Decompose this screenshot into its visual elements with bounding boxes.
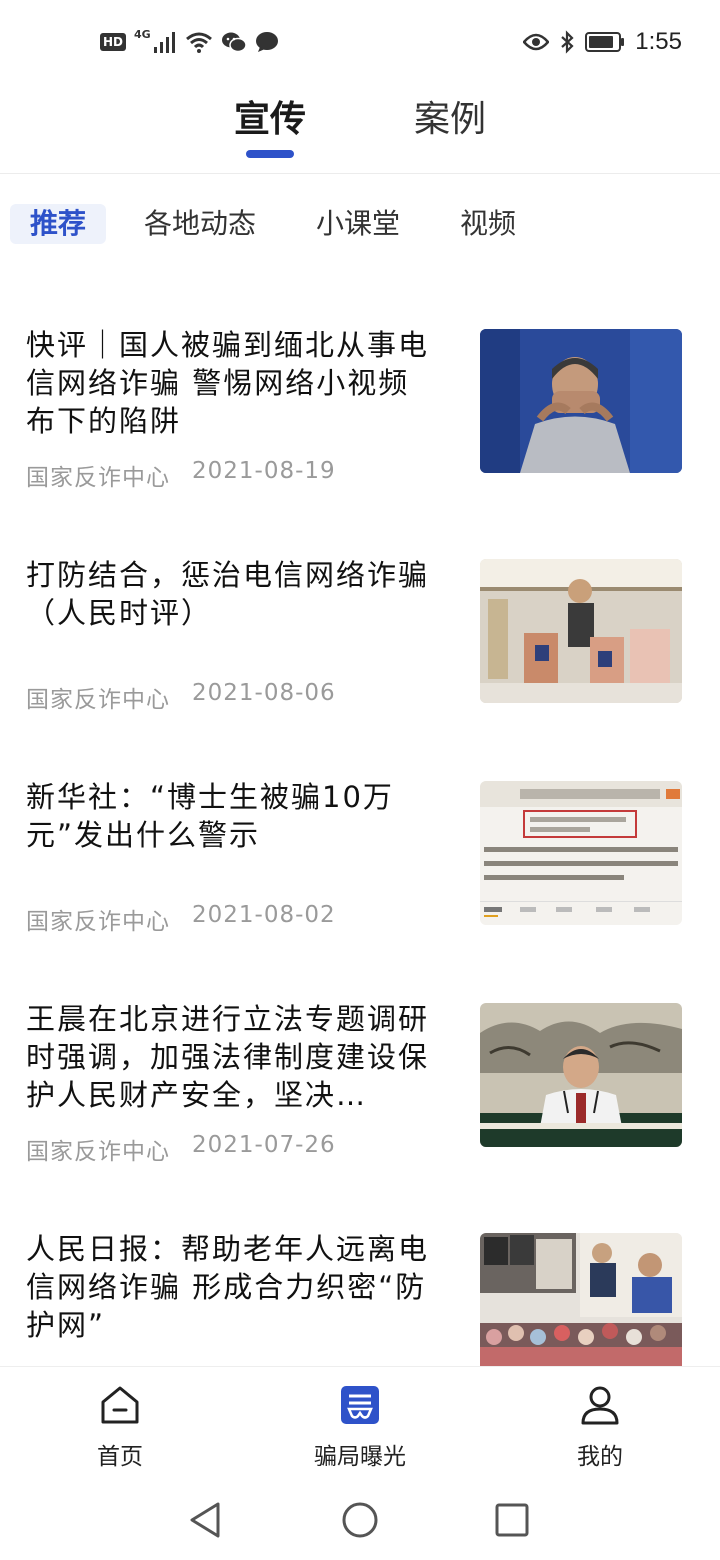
article-meta: 国家反诈中心 2021-08-02 [26,902,336,936]
article-item[interactable]: 人民日报：帮助老年人远离电信网络诈骗 形成合力织密“防护网” [0,1230,720,1366]
subtab-mini-class[interactable]: 小课堂 [316,204,400,244]
eye-icon [523,32,550,52]
subtab-local-news[interactable]: 各地动态 [144,204,256,244]
nav-home-label: 首页 [97,1444,143,1470]
nav-scam-exposure[interactable]: 骗局曝光 [290,1383,430,1471]
article-title[interactable]: 打防结合，惩治电信网络诈骗（人民时评） [26,556,440,632]
wechat-icon [221,31,247,53]
article-item[interactable]: 新华社：“博士生被骗10万元”发出什么警示 国家反诈中心 2021-08-02 [0,778,720,978]
photo-booth-display-icon [480,559,682,703]
wifi-icon [185,31,213,53]
recents-icon[interactable] [492,1500,532,1540]
home-circle-icon[interactable] [340,1500,380,1540]
message-icon [255,31,279,53]
bluetooth-icon [559,30,575,54]
article-source: 国家反诈中心 [26,465,170,491]
article-source: 国家反诈中心 [26,1139,170,1165]
subtab-recommended[interactable]: 推荐 [10,204,107,244]
article-item[interactable]: 打防结合，惩治电信网络诈骗（人民时评） 国家反诈中心 2021-08-06 [0,556,720,756]
article-title[interactable]: 人民日报：帮助老年人远离电信网络诈骗 形成合力织密“防护网” [26,1230,440,1344]
article-thumbnail[interactable] [480,781,682,925]
tab-active-indicator [246,150,294,158]
article-thumbnail[interactable] [480,1233,682,1366]
expose-icon [338,1383,382,1427]
tab-publicity[interactable]: 宣传 [234,94,306,146]
article-date: 2021-08-06 [192,680,336,706]
tab-cases[interactable]: 案例 [414,94,486,146]
status-left: HD 4G [100,26,279,58]
bottom-nav-bar: 首页 骗局曝光 我的 [0,1366,720,1480]
sub-tab-bar: 推荐 各地动态 小课堂 视频 [0,190,720,260]
back-icon[interactable] [186,1500,226,1540]
article-meta: 国家反诈中心 2021-08-19 [26,458,336,492]
article-meta: 国家反诈中心 2021-08-06 [26,680,336,714]
clock: 1:55 [635,28,682,55]
article-thumbnail[interactable] [480,1003,682,1147]
article-title[interactable]: 快评｜国人被骗到缅北从事电信网络诈骗 警惕网络小视频布下的陷阱 [26,326,440,440]
top-tab-bar: 宣传 案例 [0,84,720,174]
photo-meeting-speaker-icon [480,1003,682,1147]
article-date: 2021-08-19 [192,458,336,484]
article-source: 国家反诈中心 [26,909,170,935]
photo-weibo-screenshot-icon [480,781,682,925]
nav-mine-label: 我的 [577,1444,623,1470]
article-item[interactable]: 王晨在北京进行立法专题调研时强调，加强法律制度建设保护人民财产安全，坚决… 国家… [0,1000,720,1200]
nav-home[interactable]: 首页 [50,1383,190,1471]
article-thumbnail[interactable] [480,559,682,703]
status-bar: HD 4G 1:55 [0,0,720,84]
article-date: 2021-08-02 [192,902,336,928]
article-title[interactable]: 新华社：“博士生被骗10万元”发出什么警示 [26,778,440,854]
status-right: 1:55 [523,26,682,58]
photo-man-covering-face-icon [480,329,682,473]
network-type-label: 4G [134,27,151,41]
nav-scam-exposure-label: 骗局曝光 [314,1444,406,1470]
article-meta: 国家反诈中心 2021-07-26 [26,1132,336,1166]
nav-mine[interactable]: 我的 [530,1383,670,1471]
article-source: 国家反诈中心 [26,687,170,713]
article-thumbnail[interactable] [480,329,682,473]
home-icon [98,1383,142,1427]
subtab-video[interactable]: 视频 [460,204,516,244]
article-date: 2021-07-26 [192,1132,336,1158]
battery-icon [585,31,625,53]
system-nav-bar [0,1480,720,1560]
article-title[interactable]: 王晨在北京进行立法专题调研时强调，加强法律制度建设保护人民财产安全，坚决… [26,1000,440,1114]
article-item[interactable]: 快评｜国人被骗到缅北从事电信网络诈骗 警惕网络小视频布下的陷阱 国家反诈中心 2… [0,326,720,526]
hd-icon: HD [100,33,127,51]
signal-icon [153,31,177,53]
user-icon [578,1383,622,1427]
photo-crowd-elderly-icon [480,1233,682,1366]
